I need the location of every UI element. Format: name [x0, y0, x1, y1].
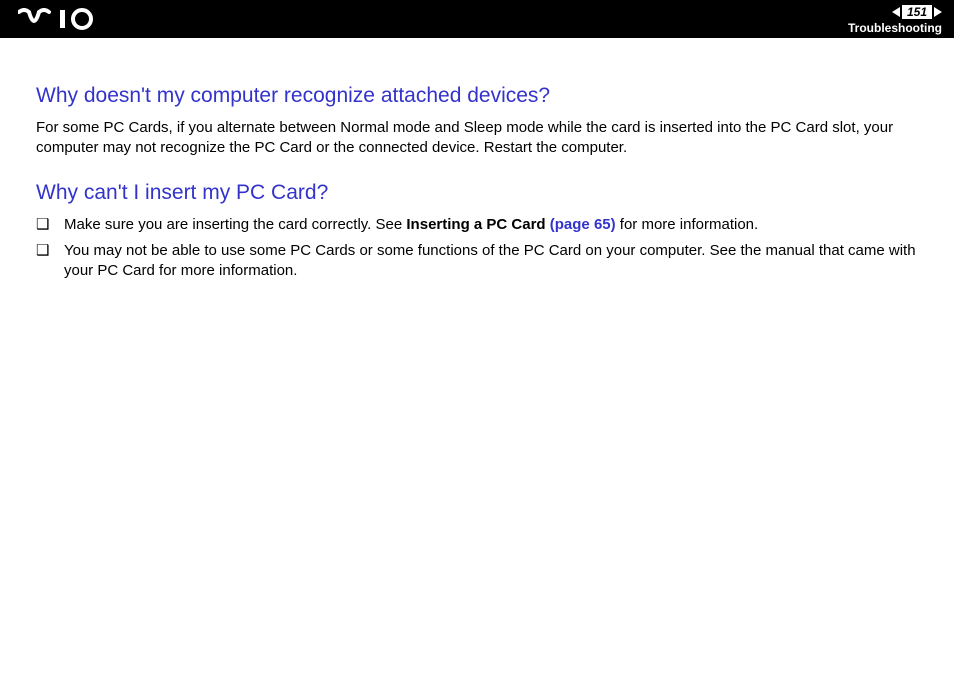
- question-heading-2: Why can't I insert my PC Card?: [36, 181, 918, 205]
- list-item-text: Make sure you are inserting the card cor…: [64, 215, 918, 235]
- list-item-text: You may not be able to use some PC Cards…: [64, 241, 918, 282]
- question-heading-1: Why doesn't my computer recognize attach…: [36, 84, 918, 108]
- bold-reference: Inserting a PC Card: [406, 216, 549, 233]
- text-segment: for more information.: [616, 216, 759, 233]
- list-item: ❑ You may not be able to use some PC Car…: [36, 241, 918, 282]
- text-segment: Make sure you are inserting the card cor…: [64, 216, 406, 233]
- header-right: 151 Troubleshooting: [848, 4, 942, 34]
- page-reference-link[interactable]: (page 65): [550, 216, 616, 233]
- bullet-icon: ❑: [36, 241, 64, 261]
- answer-text-1: For some PC Cards, if you alternate betw…: [36, 118, 918, 159]
- page-content: Why doesn't my computer recognize attach…: [0, 38, 954, 281]
- answer-list-2: ❑ Make sure you are inserting the card c…: [36, 215, 918, 282]
- section-label: Troubleshooting: [848, 22, 942, 34]
- prev-page-arrow-icon[interactable]: [892, 7, 900, 17]
- bullet-icon: ❑: [36, 215, 64, 235]
- text-segment: You may not be able to use some PC Cards…: [64, 242, 916, 279]
- header-bar: 151 Troubleshooting: [0, 0, 954, 38]
- list-item: ❑ Make sure you are inserting the card c…: [36, 215, 918, 235]
- page-indicator: 151: [848, 4, 942, 20]
- page-number: 151: [902, 5, 932, 19]
- vaio-logo-svg: [18, 8, 116, 30]
- vaio-logo: [18, 8, 116, 30]
- next-page-arrow-icon[interactable]: [934, 7, 942, 17]
